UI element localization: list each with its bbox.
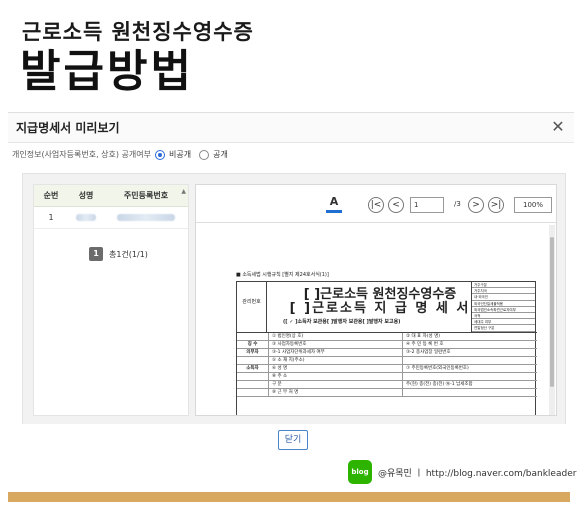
form-rows: ① 법인명(상 호) ② 대 표 자(성 명) 징 수③ 사업자등록번호 ④ 주 민… bbox=[237, 332, 537, 397]
row-label: 소득자 bbox=[237, 365, 269, 372]
next-page-icon[interactable]: > bbox=[468, 197, 484, 213]
preview-dialog: 지급명세서 미리보기 ✕ 개인정보(사업자등록번호, 상호) 공개여부 비공개 … bbox=[8, 112, 574, 424]
blog-footer: blog @유목민 ㅣ http://blog.naver.com/bankle… bbox=[348, 460, 576, 484]
row-field: ⑦ 주민등록번호(외국인등록번호) bbox=[406, 366, 469, 371]
form-row: 징 수③ 사업자등록번호 ④ 주 민 등 록 번 호 bbox=[237, 341, 537, 349]
tax-form-document: ■ 소득세법 시행규칙 [별지 제24호서식(1)] 관리번호 [ ]근로소득 … bbox=[236, 271, 537, 415]
row-field: ⑤ 소 재 지(주소) bbox=[269, 357, 403, 364]
row-label bbox=[237, 357, 269, 364]
row-rrn-redacted bbox=[104, 213, 188, 222]
row-label bbox=[237, 381, 269, 388]
public-radio[interactable] bbox=[199, 149, 210, 160]
row-name-redacted bbox=[68, 213, 104, 222]
form-box: 관리번호 [ ]근로소득 원천징수영수증 [ ]근로소득 지 급 명 세 서 (… bbox=[236, 281, 537, 415]
row-field: 구 분 bbox=[269, 381, 403, 388]
report-viewer: A |< < 1 /3 > >| 100% ■ 소득세법 시행규칙 [별지 제2… bbox=[195, 184, 557, 416]
form-title-line1: [ ]근로소득 원천징수영수증 bbox=[303, 287, 457, 302]
row-label bbox=[237, 389, 269, 396]
first-page-icon[interactable]: |< bbox=[368, 197, 384, 213]
residency-grid: 거주구분 거주지국 내·외국인 외국인단일세율적용 외국법인소속파견근로자여부 … bbox=[471, 282, 535, 332]
row-field: ④ 주 민 등 록 번 호 bbox=[406, 342, 444, 347]
dialog-content: 순번 성명 주민등록번호 ▲ 1 1 총1건(1/1) A |< < 1 /3 … bbox=[22, 173, 566, 424]
page: 근로소득 원천징수영수증 발급방법 지급명세서 미리보기 ✕ 개인정보(사업자등… bbox=[0, 0, 578, 512]
dialog-header: 지급명세서 미리보기 bbox=[8, 113, 574, 143]
hero-subtitle: 근로소득 원천징수영수증 bbox=[22, 20, 254, 44]
row-field bbox=[403, 389, 537, 396]
page-number-button[interactable]: 1 bbox=[89, 247, 103, 261]
col-name-header: 성명 bbox=[78, 191, 94, 200]
row-field: ① 법인명(상 호) bbox=[269, 333, 403, 340]
viewer-scrollbar[interactable] bbox=[549, 225, 555, 415]
zoom-select[interactable]: 100% bbox=[514, 197, 552, 213]
blog-logo: blog bbox=[348, 460, 372, 484]
last-page-icon[interactable]: >| bbox=[488, 197, 504, 213]
close-icon[interactable]: ✕ bbox=[550, 119, 566, 135]
form-row: ⑧ 주 소 bbox=[237, 373, 537, 381]
col-no-header: 순번 bbox=[43, 191, 59, 200]
row-field: ② 대 표 자(성 명) bbox=[406, 334, 440, 339]
page-number-input[interactable]: 1 bbox=[410, 197, 444, 213]
employee-table: 순번 성명 주민등록번호 ▲ 1 1 총1건(1/1) bbox=[33, 184, 189, 416]
col-rrn-header: 주민등록번호 bbox=[123, 191, 169, 200]
table-row[interactable]: 1 bbox=[34, 207, 188, 229]
table-header: 순번 성명 주민등록번호 bbox=[34, 185, 188, 207]
pagination: 1 총1건(1/1) bbox=[89, 247, 148, 261]
form-row: 소득자 ⑥ 성 명⑦ 주민등록번호(외국인등록번호) bbox=[237, 365, 537, 373]
footer-bar bbox=[8, 492, 570, 502]
row-field: ③-2 종사업장 일련번호 bbox=[406, 350, 451, 355]
grid-cell: 연말정산 구분 bbox=[472, 325, 535, 332]
record-summary: 총1건(1/1) bbox=[109, 249, 148, 259]
form-title-line2: [ ]근로소득 지 급 명 세 서 bbox=[289, 301, 471, 316]
private-radio-label: 비공개 bbox=[169, 150, 192, 159]
management-no-box: 관리번호 bbox=[237, 282, 267, 332]
privacy-label: 개인정보(사업자등록번호, 상호) 공개여부 bbox=[12, 150, 151, 159]
row-field bbox=[403, 357, 537, 364]
form-row: 구 분 주(현) 종(전) 종(전) ⑯-1 납세조합 bbox=[237, 381, 537, 389]
form-caption: ■ 소득세법 시행규칙 [별지 제24호서식(1)] bbox=[236, 272, 329, 278]
form-row: ⑨ 근 무 처 명 bbox=[237, 389, 537, 397]
row-field: ⑥ 성 명 bbox=[269, 365, 403, 372]
row-field: ③-1 사업자단위과세자 여부 bbox=[269, 349, 403, 356]
form-row: 의무자 ③-1 사업자단위과세자 여부 ③-2 종사업장 일련번호 bbox=[237, 349, 537, 357]
viewer-toolbar: A |< < 1 /3 > >| 100% bbox=[196, 185, 556, 223]
row-field: 주(현) 종(전) 종(전) ⑯-1 납세조합 bbox=[406, 382, 473, 387]
scroll-up-icon[interactable]: ▲ bbox=[181, 188, 186, 195]
dialog-title: 지급명세서 미리보기 bbox=[16, 121, 120, 135]
private-radio[interactable] bbox=[155, 149, 165, 160]
form-title-line3: ([ ✓ ]소득자 보관용[ ]발행자 보관용[ ]발행자 보고용) bbox=[283, 319, 401, 325]
form-row: ① 법인명(상 호) ② 대 표 자(성 명) bbox=[237, 333, 537, 341]
row-label bbox=[237, 333, 269, 340]
row-field bbox=[403, 373, 537, 380]
form-row: ⑤ 소 재 지(주소) bbox=[237, 357, 537, 365]
page-total: /3 bbox=[454, 200, 461, 208]
row-field: ⑧ 주 소 bbox=[269, 373, 403, 380]
row-label bbox=[237, 373, 269, 380]
blog-credit: @유목민 ㅣ http://blog.naver.com/bankleader bbox=[378, 468, 577, 479]
row-field: ⑨ 근 무 처 명 bbox=[269, 389, 403, 396]
privacy-option-row: 개인정보(사업자등록번호, 상호) 공개여부 비공개 공개 bbox=[12, 149, 232, 160]
hero-title: 발급방법 bbox=[20, 46, 194, 97]
public-radio-label: 공개 bbox=[213, 150, 228, 159]
row-field: ③ 사업자등록번호 bbox=[269, 341, 403, 348]
row-label: 의무자 bbox=[237, 349, 269, 356]
prev-page-icon[interactable]: < bbox=[388, 197, 404, 213]
close-button[interactable]: 닫기 bbox=[278, 430, 308, 450]
row-no: 1 bbox=[48, 213, 54, 222]
row-label: 징 수 bbox=[237, 341, 269, 348]
font-color-icon[interactable]: A bbox=[326, 195, 342, 213]
